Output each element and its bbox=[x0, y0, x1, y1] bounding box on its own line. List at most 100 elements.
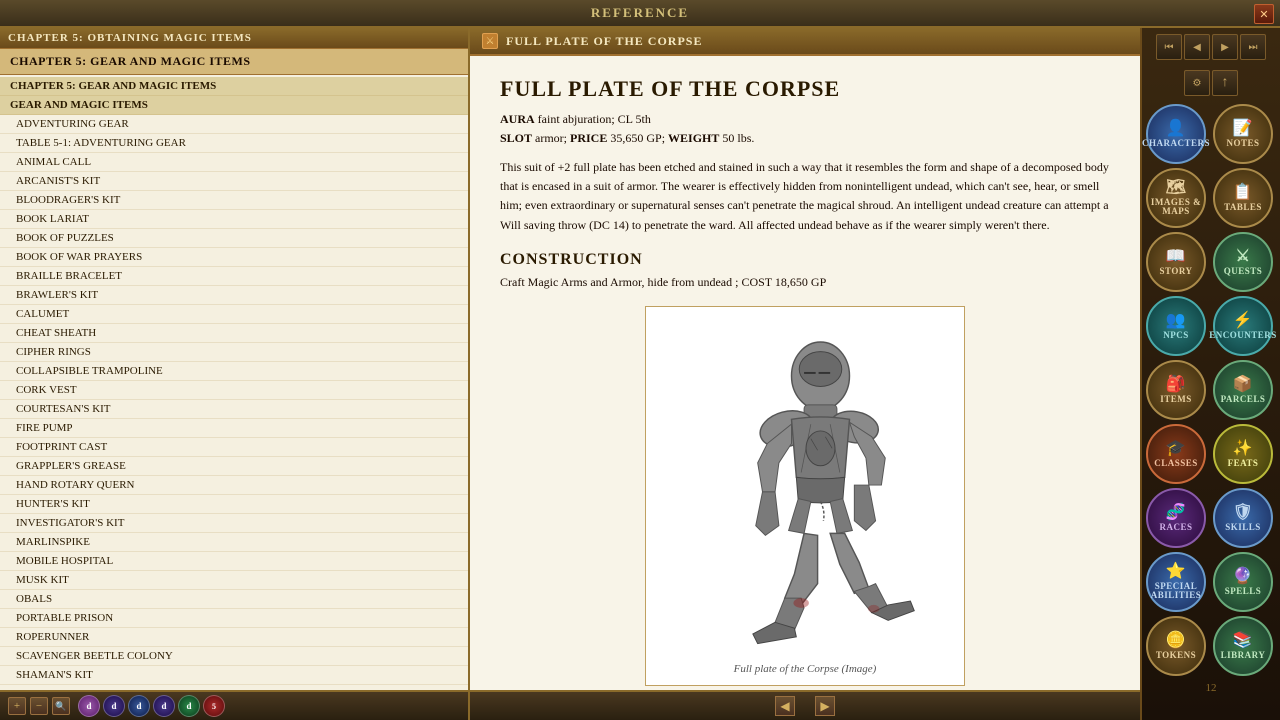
sidebar-item[interactable]: SHAMAN'S KIT bbox=[0, 666, 468, 685]
slot-label: SLOT bbox=[500, 131, 532, 145]
nav-btn-notes[interactable]: 📝Notes bbox=[1213, 104, 1273, 164]
item-aura: AURA faint abjuration; CL 5th bbox=[500, 112, 1110, 127]
nav-btn-label: Skills bbox=[1225, 523, 1261, 532]
sidebar-item[interactable]: BOOK OF PUZZLES bbox=[0, 229, 468, 248]
nav-btn-tokens[interactable]: 🪙Tokens bbox=[1146, 616, 1206, 676]
nav-btn-classes[interactable]: 🎓Classes bbox=[1146, 424, 1206, 484]
sidebar-item[interactable]: OBALS bbox=[0, 590, 468, 609]
content-scroll: Full Plate of the Corpse AURA faint abju… bbox=[470, 56, 1140, 690]
zoom-in-button[interactable]: + bbox=[8, 697, 26, 715]
close-button[interactable]: ✕ bbox=[1254, 4, 1274, 24]
nav-btn-tables[interactable]: 📋Tables bbox=[1213, 168, 1273, 228]
sidebar-item[interactable]: CHEAT SHEATH bbox=[0, 324, 468, 343]
zoom-out-button[interactable]: − bbox=[30, 697, 48, 715]
sidebar-item[interactable]: FIRE PUMP bbox=[0, 419, 468, 438]
nav-icon: 🗺 bbox=[1166, 180, 1187, 196]
sidebar-item[interactable]: BOOK OF WAR PRAYERS bbox=[0, 248, 468, 267]
sidebar-item[interactable]: BLOODRAGER'S KIT bbox=[0, 191, 468, 210]
item-description: This suit of +2 full plate has been etch… bbox=[500, 158, 1110, 235]
sidebar-item[interactable]: HAND ROTARY QUERN bbox=[0, 476, 468, 495]
sidebar-active-chapter[interactable]: CHAPTER 5: GEAR AND MAGIC ITEMS bbox=[0, 49, 468, 75]
sidebar-item[interactable]: GRAPPLER'S GREASE bbox=[0, 457, 468, 476]
sidebar-item[interactable]: BRAWLER'S KIT bbox=[0, 286, 468, 305]
sidebar-item[interactable]: GEAR AND MAGIC ITEMS bbox=[0, 96, 468, 115]
nav-btn-spells[interactable]: 🔮Spells bbox=[1213, 552, 1273, 612]
nav-btn-label: Tokens bbox=[1156, 651, 1196, 660]
next-button[interactable]: ▶ bbox=[815, 696, 835, 716]
nav-btn-label: Feats bbox=[1228, 459, 1259, 468]
tab-icon: ⚔ bbox=[482, 33, 498, 49]
nav-btn-feats[interactable]: ✨Feats bbox=[1213, 424, 1273, 484]
top-mini-row-2: ⚙ ↑ bbox=[1146, 68, 1276, 98]
nav-icon: 🧬 bbox=[1166, 505, 1186, 521]
mini-btn-3[interactable]: ▶ bbox=[1212, 34, 1238, 60]
construction-title: Construction bbox=[500, 251, 1110, 269]
sidebar-item[interactable]: ADVENTURING GEAR bbox=[0, 115, 468, 134]
nav-btn-story[interactable]: 📖Story bbox=[1146, 232, 1206, 292]
nav-icon: 📦 bbox=[1233, 377, 1253, 393]
nav-btn-special-abilities[interactable]: ⭐Special Abilities bbox=[1146, 552, 1206, 612]
sidebar-item[interactable]: MOBILE HOSPITAL bbox=[0, 552, 468, 571]
nav-icon: ⚔ bbox=[1236, 249, 1251, 265]
sidebar-item[interactable]: CHAPTER 5: GEAR AND MAGIC ITEMS bbox=[0, 77, 468, 96]
dice-container: d d d d d 5 bbox=[78, 695, 225, 717]
sidebar-item[interactable]: TABLE 5-1: ADVENTURING GEAR bbox=[0, 134, 468, 153]
sidebar-item[interactable]: CORK VEST bbox=[0, 381, 468, 400]
nav-btn-label: NPCs bbox=[1163, 331, 1189, 340]
nav-icon: ⭐ bbox=[1166, 564, 1186, 580]
sidebar-item[interactable]: ARCANIST'S KIT bbox=[0, 172, 468, 191]
nav-btn-items[interactable]: 🎒Items bbox=[1146, 360, 1206, 420]
nav-btn-encounters[interactable]: ⚡Encounters bbox=[1213, 296, 1273, 356]
die-3[interactable]: d bbox=[128, 695, 150, 717]
sidebar-item[interactable]: BRAILLE BRACELET bbox=[0, 267, 468, 286]
sidebar-list: CHAPTER 5: GEAR AND MAGIC ITEMSGEAR AND … bbox=[0, 75, 468, 690]
sidebar-item[interactable]: FOOTPRINT CAST bbox=[0, 438, 468, 457]
mini-btn-6[interactable]: ↑ bbox=[1212, 70, 1238, 96]
nav-btn-npcs[interactable]: 👥 NPCs bbox=[1146, 296, 1206, 356]
content-area: ⚔ FULL PLATE OF THE CORPSE Full Plate of… bbox=[470, 28, 1140, 720]
die-6[interactable]: 5 bbox=[203, 695, 225, 717]
sidebar-item[interactable]: MARLINSPIKE bbox=[0, 533, 468, 552]
sidebar-item[interactable]: CIPHER RINGS bbox=[0, 343, 468, 362]
sidebar-item[interactable]: BOOK LARIAT bbox=[0, 210, 468, 229]
item-image-container: Full plate of the Corpse (Image) bbox=[645, 306, 965, 686]
mini-btn-1[interactable]: ⏮ bbox=[1156, 34, 1182, 60]
sidebar-item[interactable]: INVESTIGATOR'S KIT bbox=[0, 514, 468, 533]
die-5[interactable]: d bbox=[178, 695, 200, 717]
search-button[interactable]: 🔍 bbox=[52, 697, 70, 715]
sidebar-item[interactable]: COLLAPSIBLE TRAMPOLINE bbox=[0, 362, 468, 381]
sidebar-item[interactable]: ROPERUNNER bbox=[0, 628, 468, 647]
nav-btn-races[interactable]: 🧬Races bbox=[1146, 488, 1206, 548]
nav-btn-quests[interactable]: ⚔ Quests bbox=[1213, 232, 1273, 292]
sidebar-chapter-header: CHAPTER 5: OBTAINING MAGIC ITEMS bbox=[0, 28, 468, 49]
sidebar-item[interactable]: CALUMET bbox=[0, 305, 468, 324]
die-4[interactable]: d bbox=[153, 695, 175, 717]
price-label: PRICE bbox=[570, 131, 607, 145]
content-bottom-nav: ◀ ▶ bbox=[470, 690, 1140, 720]
sidebar-item[interactable]: HUNTER'S KIT bbox=[0, 495, 468, 514]
nav-btn-images-&-maps[interactable]: 🗺Images & Maps bbox=[1146, 168, 1206, 228]
mini-btn-4[interactable]: ⏭ bbox=[1240, 34, 1266, 60]
mini-btn-2[interactable]: ◀ bbox=[1184, 34, 1210, 60]
die-1[interactable]: d bbox=[78, 695, 100, 717]
nav-icon: 📋 bbox=[1233, 185, 1253, 201]
aura-value: faint abjuration; CL 5th bbox=[538, 112, 651, 126]
sidebar-item[interactable]: SCAVENGER BEETLE COLONY bbox=[0, 647, 468, 666]
sidebar-item[interactable]: ANIMAL CALL bbox=[0, 153, 468, 172]
nav-btn-label: Parcels bbox=[1221, 395, 1266, 404]
sidebar-item[interactable]: COURTESAN'S KIT bbox=[0, 400, 468, 419]
die-2[interactable]: d bbox=[103, 695, 125, 717]
mini-btn-5[interactable]: ⚙ bbox=[1184, 70, 1210, 96]
nav-btn-skills[interactable]: 🛡Skills bbox=[1213, 488, 1273, 548]
sidebar-item[interactable]: MUSK KIT bbox=[0, 571, 468, 590]
left-sidebar: CHAPTER 5: OBTAINING MAGIC ITEMS CHAPTER… bbox=[0, 28, 470, 720]
nav-btn-parcels[interactable]: 📦 Parcels bbox=[1213, 360, 1273, 420]
prev-button[interactable]: ◀ bbox=[775, 696, 795, 716]
nav-icon: 👥 bbox=[1166, 313, 1186, 329]
nav-btn-label: Quests bbox=[1224, 267, 1263, 276]
sidebar-item[interactable]: PORTABLE PRISON bbox=[0, 609, 468, 628]
nav-btn-label: Items bbox=[1160, 395, 1192, 404]
nav-btn-characters[interactable]: 👤Characters bbox=[1146, 104, 1206, 164]
nav-btn-library[interactable]: 📚Library bbox=[1213, 616, 1273, 676]
nav-icon: ⚡ bbox=[1233, 313, 1253, 329]
